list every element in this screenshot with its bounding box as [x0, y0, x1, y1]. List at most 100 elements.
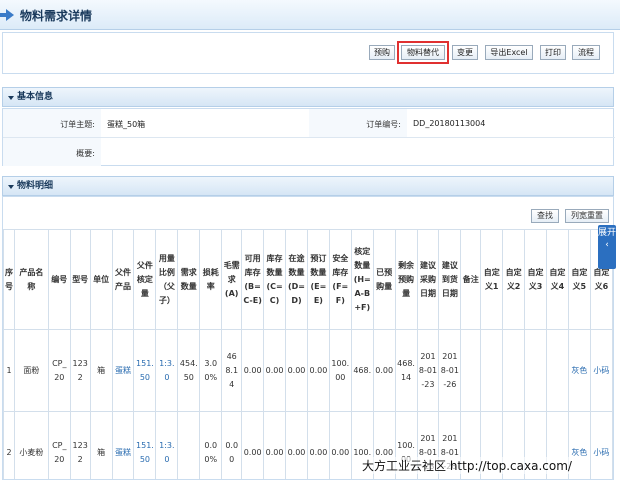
table-cell: 0.00	[241, 329, 265, 412]
column-header[interactable]: 自定义5	[567, 229, 591, 330]
column-header[interactable]: 库存数量(C=C)	[263, 229, 287, 330]
table-cell: 0.00	[372, 329, 396, 412]
page-header: 物料需求详情	[0, 0, 620, 30]
column-header[interactable]: 建议到货日期	[438, 229, 462, 330]
table-cell	[480, 329, 504, 412]
basic-info-form: 订单主题: 蛋糕_50箱 订单编号: DD_20180113004 概要:	[2, 108, 615, 167]
column-header[interactable]: 预订数量(E=E)	[306, 229, 330, 330]
column-header[interactable]: 核定数量(H=A-B+F)	[350, 229, 374, 330]
print-button[interactable]: 打印	[540, 45, 566, 60]
material-detail-section-header[interactable]: 物料明细	[2, 176, 614, 196]
table-cell	[545, 329, 569, 412]
table-cell: 1	[3, 329, 15, 412]
column-header[interactable]: 可用库存(B=C-E)	[241, 229, 265, 330]
table-cell: 3.00%	[199, 329, 223, 412]
arrow-head-icon	[6, 9, 14, 21]
material-table: 序号 产品名称 编号 型号 单位 父件产品 父件核定量 用量比例（父子） 需求数量 损耗率 毛需求(…	[3, 229, 613, 479]
collapse-icon	[8, 185, 14, 189]
table-cell: CP_20	[47, 329, 71, 412]
search-button[interactable]: 查找	[531, 209, 559, 223]
action-toolbar: 预购 物料替代 变更 导出Excel 打印 流程	[2, 32, 614, 74]
table-cell: 151.50	[133, 329, 157, 412]
column-header[interactable]: 安全库存(F=F)	[328, 229, 352, 330]
expand-side-tab[interactable]: 展开 ‹	[598, 225, 616, 269]
table-cell: 0.00	[263, 329, 287, 412]
basic-info-section-header[interactable]: 基本信息	[2, 87, 614, 107]
table-cell: 2	[3, 411, 15, 479]
order-subject-label: 订单主题:	[60, 120, 95, 129]
column-header[interactable]: 建议采购日期	[416, 229, 440, 330]
table-cell: CP_20	[47, 411, 71, 479]
table-cell: 454.50	[177, 329, 201, 412]
table-cell: 0.00	[285, 329, 308, 412]
page-title: 物料需求详情	[20, 9, 93, 23]
table-cell: 灰色	[567, 329, 591, 412]
table-cell: 468.14	[221, 329, 243, 412]
table-cell: 蛋糕	[111, 411, 135, 479]
order-no-label: 订单编号:	[366, 120, 401, 129]
expand-label: 展开	[598, 228, 617, 238]
column-header[interactable]: 自定义4	[545, 229, 569, 330]
reset-column-width-button[interactable]: 列宽重置	[565, 209, 609, 223]
table-cell: 0.00%	[199, 411, 223, 479]
table-cell: 面粉	[14, 329, 49, 412]
table-cell: 小码	[589, 329, 613, 412]
material-substitute-button[interactable]: 物料替代	[397, 41, 449, 64]
table-cell: 468.14	[394, 329, 418, 412]
prepurchase-button[interactable]: 预购	[369, 45, 395, 60]
column-header[interactable]: 备注	[460, 229, 482, 330]
table-cell: 0.00	[328, 411, 352, 479]
table-cell: 468.	[350, 329, 374, 412]
table-cell: 0.00	[285, 411, 308, 479]
table-cell: 0.00	[306, 329, 330, 412]
material-grid: 查找 列宽重置 序号 产品名称 编号 型号 单位 父件产品 父件核定量 用量比例（父子） 需求数…	[2, 196, 614, 480]
column-header[interactable]: 自定义2	[502, 229, 526, 330]
table-cell: 1232	[69, 411, 91, 479]
column-header[interactable]: 用量比例（父子）	[155, 229, 179, 330]
column-header[interactable]: 毛需求(A)	[221, 229, 243, 330]
table-cell: 1:3.0	[155, 329, 179, 412]
table-row[interactable]: 1 面粉 CP_20 1232 箱蛋糕 151.50 1:3.0 454.50 3.00% 468…	[3, 329, 613, 412]
column-header[interactable]: 编号	[47, 229, 71, 330]
info-row: 概要:	[3, 138, 615, 167]
column-header[interactable]: 已预购量	[372, 229, 396, 330]
column-header[interactable]: 父件核定量	[133, 229, 157, 330]
table-cell: 小码	[589, 411, 613, 479]
column-header[interactable]: 产品名称	[14, 229, 49, 330]
table-cell: 箱	[89, 411, 113, 479]
column-header[interactable]: 序号	[3, 229, 15, 330]
table-cell: 1232	[69, 329, 91, 412]
table-cell: 小麦粉	[14, 411, 49, 479]
table-cell: 100.00	[328, 329, 352, 412]
table-cell: 2018-01-26	[438, 329, 462, 412]
summary-label: 概要:	[76, 149, 95, 158]
table-cell: 蛋糕	[111, 329, 135, 412]
column-header[interactable]: 在途数量(D=D)	[285, 229, 308, 330]
table-cell: 0.00	[241, 411, 265, 479]
column-header[interactable]: 父件产品	[111, 229, 135, 330]
chevron-left-icon: ‹	[605, 240, 609, 250]
material-detail-title: 物料明细	[17, 181, 54, 191]
table-cell	[177, 411, 201, 479]
table-cell: 1:3.0	[155, 411, 179, 479]
grid-toolbar: 查找 列宽重置	[3, 197, 613, 227]
export-excel-button[interactable]: 导出Excel	[485, 45, 533, 60]
table-cell: 0.00	[263, 411, 287, 479]
column-header[interactable]: 型号	[69, 229, 91, 330]
table-cell: 0.00	[306, 411, 330, 479]
order-subject-value: 蛋糕_50箱	[107, 120, 146, 129]
info-row: 订单主题: 蛋糕_50箱 订单编号: DD_20180113004	[3, 109, 615, 138]
table-cell: 151.50	[133, 411, 157, 479]
column-header[interactable]: 单位	[89, 229, 113, 330]
table-header-row: 序号 产品名称 编号 型号 单位 父件产品 父件核定量 用量比例（父子） 需求数量 损耗率 毛需求(…	[3, 229, 613, 330]
collapse-icon	[8, 96, 14, 100]
column-header[interactable]: 需求数量	[177, 229, 201, 330]
table-cell: 箱	[89, 329, 113, 412]
table-cell: 0.00	[221, 411, 243, 479]
workflow-button[interactable]: 流程	[572, 45, 600, 60]
column-header[interactable]: 剩余预购量	[394, 229, 418, 330]
column-header[interactable]: 自定义3	[524, 229, 547, 330]
column-header[interactable]: 自定义1	[480, 229, 504, 330]
change-button[interactable]: 变更	[452, 45, 478, 60]
column-header[interactable]: 损耗率	[199, 229, 223, 330]
